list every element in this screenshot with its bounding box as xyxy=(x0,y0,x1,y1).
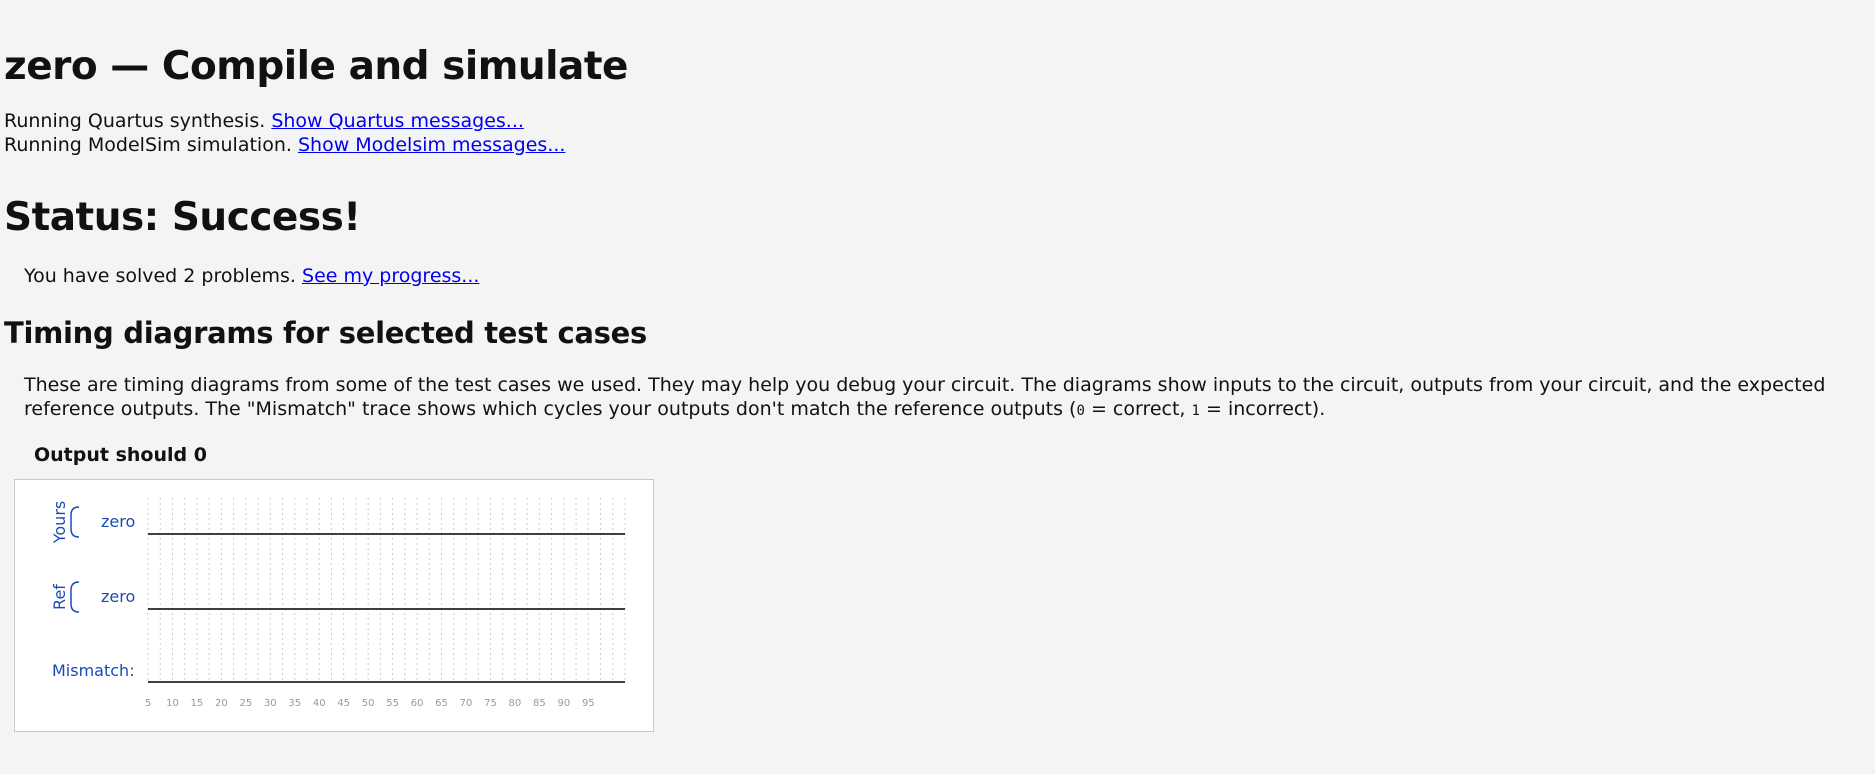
tick-label-90: 90 xyxy=(557,698,570,709)
timing-diagrams-heading: Timing diagrams for selected test cases xyxy=(4,316,647,350)
tick-label-65: 65 xyxy=(435,698,448,709)
mismatch-label: Mismatch: xyxy=(52,661,135,680)
group-bracket xyxy=(70,581,80,613)
page-title: zero — Compile and simulate xyxy=(4,44,628,89)
timing-diagram: 5 10 15 20 25 30 35 40 45 50 55 60 65 70 75 80 85 90 95 You… xyxy=(14,479,654,732)
signal-label-zero: zero xyxy=(101,587,135,606)
diagram-title: Output should 0 xyxy=(34,444,207,466)
tick-label-15: 15 xyxy=(191,698,204,709)
tick-label-55: 55 xyxy=(386,698,399,709)
timing-description: These are timing diagrams from some of t… xyxy=(24,373,1854,423)
desc-text-2: = correct, xyxy=(1084,398,1192,420)
status-heading: Status: Success! xyxy=(4,195,361,240)
tick-label-40: 40 xyxy=(313,698,326,709)
modelsim-status-line: Running ModelSim simulation. Show Models… xyxy=(4,134,565,156)
group-label-ref: Ref xyxy=(50,584,69,610)
tick-label-20: 20 xyxy=(215,698,228,709)
tick-label-30: 30 xyxy=(264,698,277,709)
tick-label-35: 35 xyxy=(288,698,301,709)
modelsim-status-text: Running ModelSim simulation. xyxy=(4,134,292,156)
tick-label-50: 50 xyxy=(362,698,375,709)
desc-code-zero: 0 xyxy=(1076,403,1085,419)
group-bracket xyxy=(70,506,80,538)
tick-label-85: 85 xyxy=(533,698,546,709)
waveform-svg: 5 10 15 20 25 30 35 40 45 50 55 60 65 70 75 80 85 90 95 You… xyxy=(50,498,626,709)
quartus-status-text: Running Quartus synthesis. xyxy=(4,110,266,132)
solved-count-text: You have solved 2 problems. xyxy=(24,265,296,287)
group-label-yours: Yours xyxy=(50,501,69,545)
tick-label-70: 70 xyxy=(460,698,473,709)
desc-text-1: These are timing diagrams from some of t… xyxy=(24,374,1826,420)
tick-label-75: 75 xyxy=(484,698,497,709)
tick-label-45: 45 xyxy=(337,698,350,709)
see-progress-link[interactable]: See my progress... xyxy=(302,265,479,287)
solved-count-line: You have solved 2 problems. See my progr… xyxy=(24,265,479,287)
desc-code-one: 1 xyxy=(1191,403,1200,419)
tick-label-5: 5 xyxy=(145,698,151,709)
show-quartus-messages-link[interactable]: Show Quartus messages... xyxy=(271,110,524,132)
tick-label-10: 10 xyxy=(166,698,179,709)
desc-text-3: = incorrect). xyxy=(1199,398,1326,420)
show-modelsim-messages-link[interactable]: Show Modelsim messages... xyxy=(298,134,565,156)
signal-label-zero: zero xyxy=(101,512,135,531)
tick-label-60: 60 xyxy=(411,698,424,709)
tick-label-80: 80 xyxy=(509,698,522,709)
tick-label-95: 95 xyxy=(582,698,595,709)
quartus-status-line: Running Quartus synthesis. Show Quartus … xyxy=(4,110,524,132)
tick-label-25: 25 xyxy=(239,698,252,709)
